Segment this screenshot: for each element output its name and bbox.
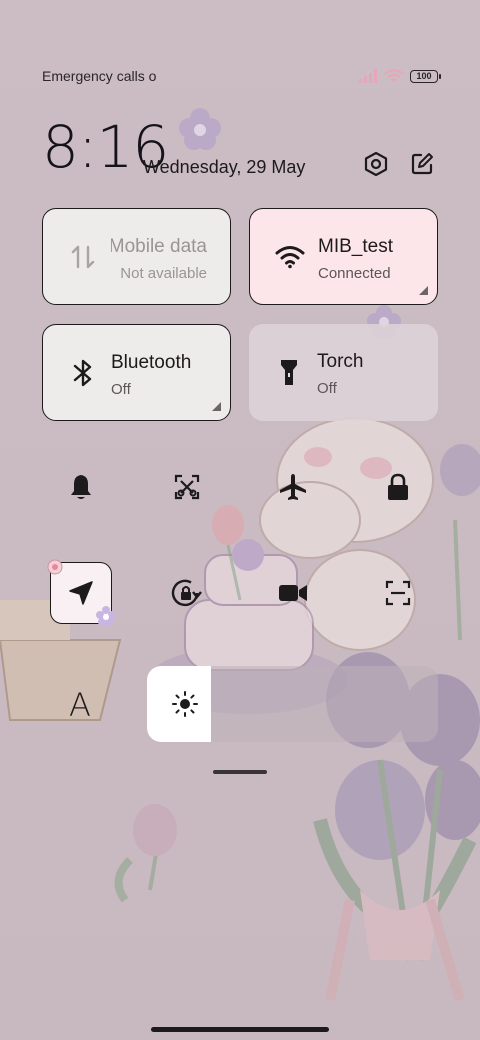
screen-record-icon [279,585,307,601]
tile-title: Mobile data [111,236,207,257]
sticker-icon [47,559,63,575]
brightness-slider[interactable] [147,666,438,742]
bell-icon [71,475,91,499]
edit-button[interactable] [406,148,438,180]
edit-icon [411,153,433,175]
toggle-rotation-lock[interactable] [159,565,215,621]
hexagon-settings-icon [364,151,388,177]
tile-mobile-data[interactable]: Mobile data Not available [42,208,231,305]
toggle-location[interactable] [47,559,116,626]
tile-wifi[interactable]: MIB_test Connected [249,208,438,305]
toggle-airplane[interactable] [265,459,321,515]
tile-torch[interactable]: Torch Off [249,324,438,421]
scan-icon [385,580,411,606]
status-icons: 100 [358,66,441,86]
mobile-data-text: Mobile data Not available [111,236,207,286]
settings-button[interactable] [360,148,392,180]
battery-level: 100 [416,70,432,81]
sun-icon [172,691,198,717]
font-size-button[interactable]: A [52,677,108,733]
toggle-sound[interactable] [53,459,109,515]
torch-icon [273,356,305,388]
wifi-icon [384,68,404,81]
wifi-icon [274,241,306,273]
toggle-scanner[interactable] [370,565,426,621]
date: Wednesday, 29 May [143,157,306,177]
toggle-screen-record[interactable] [265,565,321,621]
tile-title: Bluetooth [111,352,192,373]
tile-title: MIB_test [318,236,393,257]
tile-subtitle: Off [317,380,337,397]
expand-corner-icon [212,402,221,411]
tile-title: Torch [317,351,364,372]
tile-subtitle: Off [111,381,131,398]
toggle-screenshot[interactable] [159,459,215,515]
location-icon [69,581,93,605]
home-indicator[interactable] [151,1027,329,1032]
battery-icon: 100 [410,69,441,83]
signal-icon [359,69,377,83]
lock-icon [388,473,408,500]
expand-corner-icon [419,286,428,295]
flower-sticker-icon [96,606,116,626]
data-arrows-icon [67,241,99,273]
bluetooth-icon [67,357,99,389]
toggle-lock[interactable] [370,459,426,515]
tile-subtitle: Connected [318,265,391,282]
status-bar: Emergency calls o 100 [42,66,441,86]
tile-subtitle: Not available [120,265,207,282]
screenshot-icon [174,474,200,500]
panel-drag-handle[interactable] [213,770,267,774]
tile-bluetooth[interactable]: Bluetooth Off [42,324,231,421]
carrier-text: Emergency calls o [42,68,157,84]
airplane-icon [280,474,306,500]
rotation-lock-icon [171,579,202,607]
